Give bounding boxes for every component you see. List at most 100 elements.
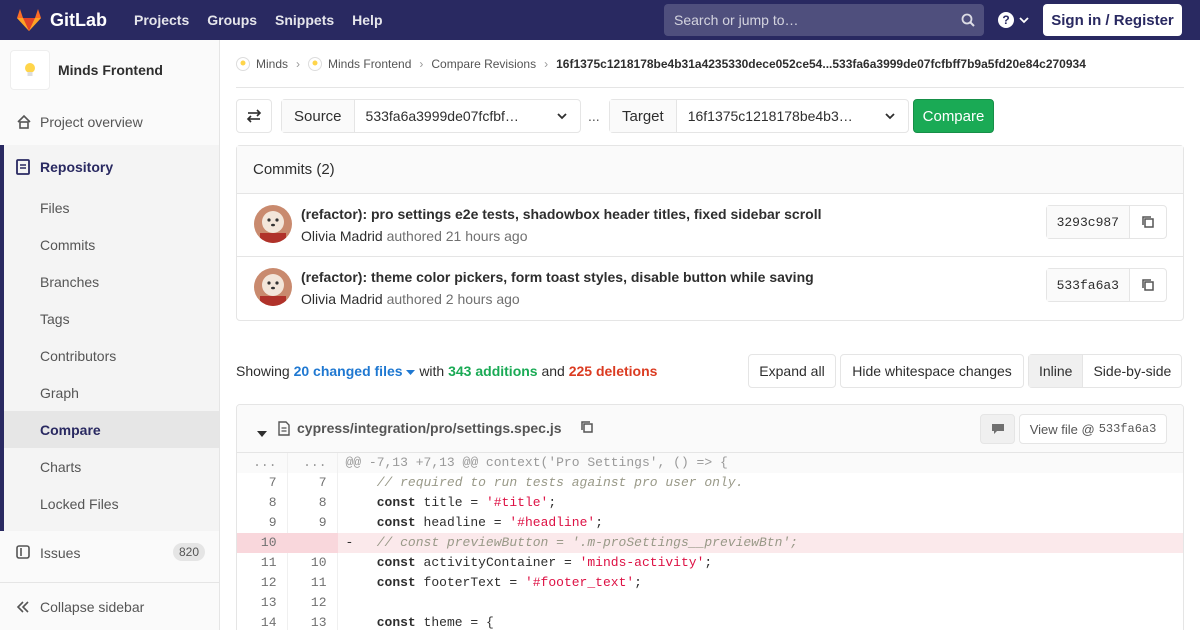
hide-whitespace-button[interactable]: Hide whitespace changes (840, 354, 1024, 388)
nav-groups[interactable]: Groups (198, 0, 266, 40)
gitlab-logo[interactable]: GitLab (16, 0, 107, 40)
new-line-number[interactable]: 11 (287, 573, 338, 593)
sidebar-item-compare[interactable]: Compare (4, 411, 219, 448)
new-line-number[interactable]: 12 (287, 593, 338, 613)
old-line-number[interactable]: 14 (237, 613, 288, 630)
search-input[interactable] (664, 12, 952, 28)
new-line-number[interactable]: 10 (287, 553, 338, 573)
diff-file: cypress/integration/pro/settings.spec.js… (236, 404, 1184, 630)
target-label: Target (610, 100, 677, 132)
project-name: Minds Frontend (58, 62, 163, 78)
source-ref-dropdown[interactable]: 533fa6a3999de07fcfbf… (355, 100, 580, 132)
new-line-number[interactable] (287, 533, 338, 553)
chevron-down-icon (1019, 17, 1029, 24)
sidebar-item-contributors[interactable]: Contributors (4, 337, 219, 374)
diff-hunk-header: ...... @@ -7,13 +7,13 @@ context('Pro Set… (237, 453, 1183, 473)
compare-button[interactable]: Compare (913, 99, 994, 133)
expand-all-button[interactable]: Expand all (748, 354, 836, 388)
toggle-comments-button[interactable] (980, 414, 1015, 444)
commit-title[interactable]: (refactor): pro settings e2e tests, shad… (301, 206, 821, 222)
chevron-down-icon (885, 113, 895, 120)
avatar[interactable] (254, 205, 292, 243)
sidebar-item-locked-files[interactable]: Locked Files (4, 485, 219, 522)
code-line: // required to run tests against pro use… (376, 475, 744, 490)
swap-revisions-button[interactable] (236, 99, 272, 133)
commit-author[interactable]: Olivia Madrid (301, 291, 383, 307)
help-icon: ? (998, 12, 1014, 28)
new-line-number[interactable]: 9 (287, 513, 338, 533)
help-dropdown[interactable]: ? (998, 0, 1030, 40)
nav-projects[interactable]: Projects (125, 0, 198, 40)
search-box (664, 4, 984, 36)
nav-help[interactable]: Help (343, 0, 391, 40)
tanuki-icon (17, 9, 41, 31)
breadcrumb-current[interactable]: 16f1375c1218178be4b31a4235330dece052ce54… (556, 57, 1086, 71)
old-line-number[interactable]: ... (237, 453, 288, 473)
diff-summary: Showing 20 changed files with 343 additi… (236, 363, 657, 379)
sidebar-project-header[interactable]: Minds Frontend (0, 40, 219, 100)
sidebar-item-issues[interactable]: Issues 820 (0, 534, 219, 571)
old-line-number[interactable]: 11 (237, 553, 288, 573)
lightbulb-icon (25, 63, 35, 76)
copy-file-path-icon[interactable] (580, 420, 594, 437)
search-icon[interactable] (952, 13, 984, 27)
sidebar-item-repository[interactable]: Repository (4, 145, 219, 189)
sidebar-item-files[interactable]: Files (4, 189, 219, 226)
commit-time: 21 hours ago (445, 228, 528, 244)
commit-title[interactable]: (refactor): theme color pickers, form to… (301, 269, 814, 285)
new-line-number[interactable]: 7 (287, 473, 338, 493)
diff-view-toggle: Inline Side-by-side (1028, 354, 1183, 388)
copy-sha-button[interactable] (1130, 269, 1166, 301)
code-line: @@ -7,13 +7,13 @@ context('Pro Settings'… (337, 453, 1183, 473)
new-line-number[interactable]: 8 (287, 493, 338, 513)
old-line-number[interactable]: 7 (237, 473, 288, 493)
target-ref-value: 16f1375c1218178be4b3… (687, 108, 853, 124)
old-line-number[interactable]: 12 (237, 573, 288, 593)
old-line-number[interactable]: 8 (237, 493, 288, 513)
collapse-caret-icon[interactable] (257, 425, 267, 441)
code-line: const title = '#title'; (376, 495, 557, 510)
diff-line: 13 12 (237, 593, 1183, 613)
new-line-number[interactable]: 13 (287, 613, 338, 630)
commits-list: Commits (2) (refactor): pro settings e2e… (236, 145, 1184, 321)
breadcrumb-separator: › (544, 56, 549, 71)
commit-sha-group: 533fa6a3 (1045, 268, 1167, 302)
sidebar-item-project-overview[interactable]: Project overview (0, 100, 219, 144)
commit-sha[interactable]: 3293c987 (1046, 206, 1130, 238)
diff-file-path[interactable]: cypress/integration/pro/settings.spec.js (297, 420, 562, 436)
breadcrumb-item-minds[interactable]: Minds (236, 56, 288, 71)
breadcrumb-item-minds-frontend[interactable]: Minds Frontend (308, 56, 411, 71)
view-file-button[interactable]: View file @ 533fa6a3 (1019, 414, 1167, 444)
issues-icon (16, 545, 30, 562)
breadcrumb-item-compare-revisions[interactable]: Compare Revisions (431, 57, 536, 71)
sidebar-item-branches[interactable]: Branches (4, 263, 219, 300)
breadcrumb: Minds › Minds Frontend › Compare Revisio… (236, 40, 1184, 88)
old-line-number[interactable]: 10 (237, 533, 288, 553)
range-separator: ... (588, 108, 600, 124)
copy-sha-button[interactable] (1130, 206, 1166, 238)
sidebar-item-label: Project overview (40, 114, 143, 130)
sidebar-item-tags[interactable]: Tags (4, 300, 219, 337)
changed-files-dropdown[interactable]: 20 changed files (294, 363, 416, 379)
commit-meta: Olivia Madrid authored 21 hours ago (301, 228, 528, 244)
sidebar-item-charts[interactable]: Charts (4, 448, 219, 485)
commit-sha[interactable]: 533fa6a3 (1046, 269, 1130, 301)
lightbulb-icon (240, 60, 246, 65)
nav-snippets[interactable]: Snippets (266, 0, 343, 40)
collapse-sidebar-button[interactable]: Collapse sidebar (0, 582, 219, 630)
avatar[interactable] (254, 268, 292, 306)
old-line-number[interactable]: 13 (237, 593, 288, 613)
target-ref-dropdown[interactable]: 16f1375c1218178be4b3… (677, 100, 908, 132)
old-line-number[interactable]: 9 (237, 513, 288, 533)
commit-author[interactable]: Olivia Madrid (301, 228, 383, 244)
sidebar-repository-group: Repository Files Commits Branches Tags C… (0, 145, 219, 531)
side-by-side-view-button[interactable]: Side-by-side (1083, 355, 1181, 387)
source-label: Source (282, 100, 355, 132)
code-line: const activityContainer = 'minds-activit… (376, 555, 713, 570)
inline-view-button[interactable]: Inline (1029, 355, 1084, 387)
sign-in-button[interactable]: Sign in / Register (1043, 4, 1182, 36)
copy-icon (1142, 216, 1154, 228)
sidebar-item-commits[interactable]: Commits (4, 226, 219, 263)
new-line-number[interactable]: ... (287, 453, 338, 473)
sidebar-item-graph[interactable]: Graph (4, 374, 219, 411)
